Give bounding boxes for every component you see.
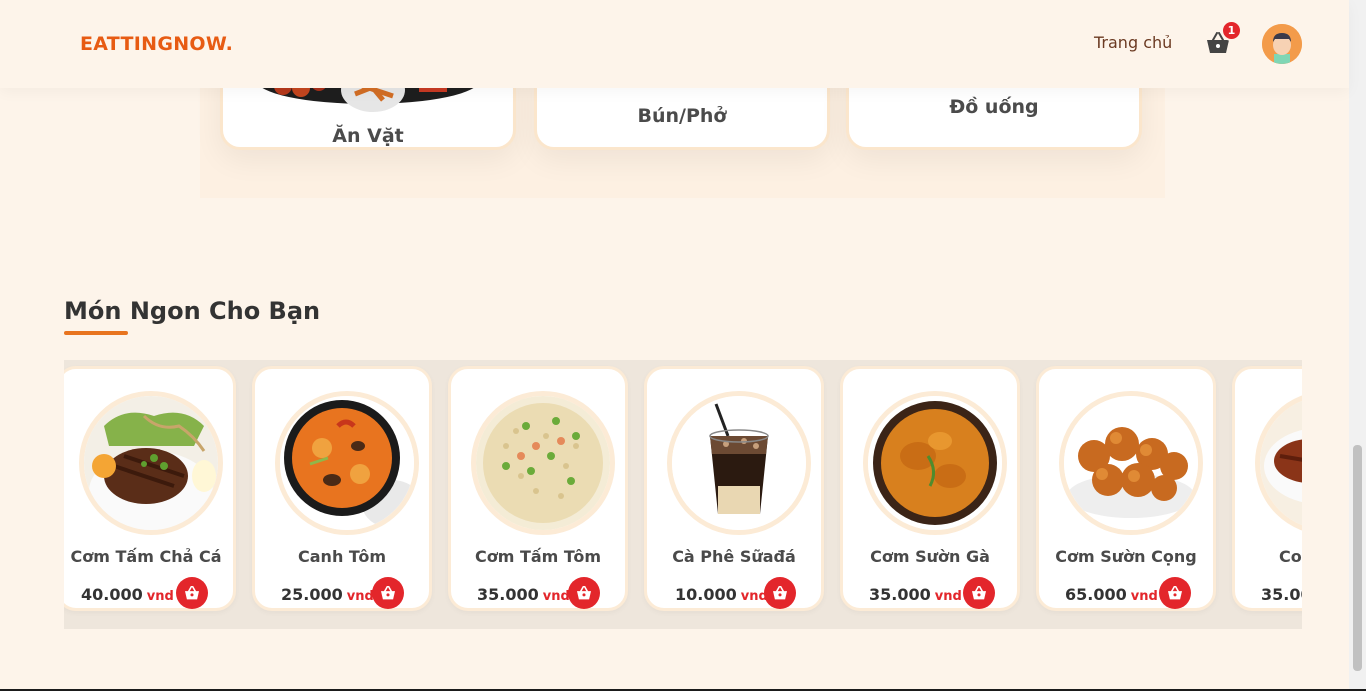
price-row: 10.000 vnd <box>647 577 821 609</box>
add-to-cart-button[interactable] <box>176 577 208 609</box>
add-to-cart-button[interactable] <box>1159 577 1191 609</box>
product-price: 65.000 vnd <box>1065 585 1158 604</box>
price-row: 35.00 <box>1235 577 1302 609</box>
product-price: 35.000 vnd <box>869 585 962 604</box>
category-section: Ăn Vặt Bún/Phở Đồ uống <box>200 58 1165 198</box>
site-logo[interactable]: EATTINGNOW. <box>80 33 233 55</box>
product-image <box>79 391 223 535</box>
basket-icon <box>1168 586 1182 600</box>
product-price: 35.00 <box>1261 585 1302 604</box>
basket-icon <box>577 586 591 600</box>
product-price: 25.000 vnd <box>281 585 374 604</box>
category-label: Bún/Phở <box>637 105 727 127</box>
cart-count-badge: 1 <box>1221 20 1242 41</box>
product-price: 10.000 vnd <box>675 585 768 604</box>
add-to-cart-button[interactable] <box>372 577 404 609</box>
product-image <box>1255 391 1302 535</box>
basket-icon <box>972 586 986 600</box>
product-image <box>275 391 419 535</box>
product-image <box>863 391 1007 535</box>
product-price: 35.000 vnd <box>477 585 570 604</box>
category-label: Đồ uống <box>949 96 1039 118</box>
product-card[interactable]: Cơm Sườn Cọng 65.000 vnd <box>1036 366 1216 611</box>
price-row: 35.000 vnd <box>843 577 1017 609</box>
product-card[interactable]: Cơm Sườn Gà 35.000 vnd <box>840 366 1020 611</box>
product-name: Cơm Sườn Cọng <box>1055 547 1197 566</box>
price-unit: vnd <box>542 589 570 604</box>
price-row: 35.000 vnd <box>451 577 625 609</box>
product-name: Canh Tôm <box>298 547 386 566</box>
scrollbar-thumb[interactable] <box>1353 445 1362 671</box>
basket-icon <box>773 586 787 600</box>
price-unit: vnd <box>346 589 374 604</box>
category-label: Ăn Vặt <box>332 125 404 147</box>
product-card[interactable]: Canh Tôm 25.000 vnd <box>252 366 432 611</box>
product-name: Cơm Tấm Chả Cá <box>70 547 222 566</box>
product-image <box>1059 391 1203 535</box>
product-name: Co <box>1279 547 1302 566</box>
price-unit: vnd <box>146 589 174 604</box>
price-row: 25.000 vnd <box>255 577 429 609</box>
add-to-cart-button[interactable] <box>963 577 995 609</box>
price-row: 65.000 vnd <box>1039 577 1213 609</box>
add-to-cart-button[interactable] <box>568 577 600 609</box>
product-card[interactable]: Co 35.00 <box>1232 366 1302 611</box>
top-navbar: EATTINGNOW. Trang chủ 1 <box>0 0 1349 88</box>
price-row: 40.000 vnd <box>64 577 233 609</box>
product-card[interactable]: Cơm Tấm Chả Cá 40.000 vnd <box>64 366 236 611</box>
product-name: Cà Phê Sữađá <box>672 547 796 566</box>
nav-link-home[interactable]: Trang chủ <box>1094 33 1172 52</box>
product-carousel[interactable]: Cơm Tấm Chả Cá 40.000 vnd Canh Tôm 25.00… <box>64 360 1302 618</box>
section-title: Món Ngon Cho Bạn <box>64 297 321 325</box>
user-avatar[interactable] <box>1262 24 1302 64</box>
page-scrollbar[interactable] <box>1349 0 1366 691</box>
product-image <box>667 391 811 535</box>
product-card[interactable]: Cơm Tấm Tôm 35.000 vnd <box>448 366 628 611</box>
basket-icon <box>381 586 395 600</box>
basket-icon <box>185 586 199 600</box>
add-to-cart-button[interactable] <box>764 577 796 609</box>
product-name: Cơm Sườn Gà <box>870 547 990 566</box>
product-name: Cơm Tấm Tôm <box>474 547 601 566</box>
price-unit: vnd <box>934 589 962 604</box>
section-underline <box>64 331 128 335</box>
product-price: 40.000 vnd <box>81 585 174 604</box>
price-unit: vnd <box>1130 589 1158 604</box>
product-image <box>471 391 615 535</box>
product-card[interactable]: Cà Phê Sữađá 10.000 vnd <box>644 366 824 611</box>
